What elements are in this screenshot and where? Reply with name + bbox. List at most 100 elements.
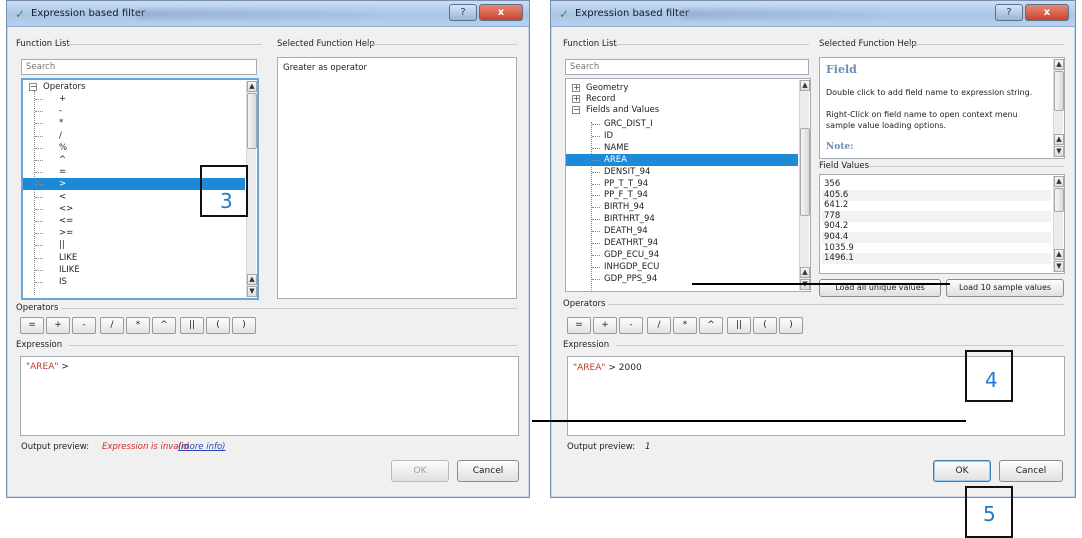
scroll-up-icon[interactable]: ▲ xyxy=(1054,59,1064,70)
operator-label: > xyxy=(59,179,67,190)
tree-group-operators[interactable]: − Operators xyxy=(23,81,245,93)
field-value-item[interactable]: 356 xyxy=(822,179,1051,190)
scroll-up-icon[interactable]: ▲ xyxy=(247,274,257,285)
operator-button[interactable]: ^ xyxy=(152,317,176,334)
operator-button[interactable]: / xyxy=(647,317,671,334)
field-item[interactable]: INHGDP_ECU xyxy=(566,261,798,273)
scroll-down-icon[interactable]: ▼ xyxy=(247,286,257,297)
field-values-list[interactable]: 356 405.6 641.2 778 904.2 904.4 1035.9 1496.1 ▲… xyxy=(819,174,1065,274)
operator-item[interactable]: % xyxy=(23,142,245,154)
scroll-up-icon[interactable]: ▲ xyxy=(800,267,810,278)
callout-3: 3 xyxy=(200,165,248,217)
load-all-values-button[interactable]: Load all unique values xyxy=(819,279,941,297)
scroll-thumb[interactable] xyxy=(1054,188,1064,212)
tree-group-label: Fields and Values xyxy=(586,105,660,115)
operator-button[interactable]: ^ xyxy=(699,317,723,334)
operator-button[interactable]: / xyxy=(100,317,124,334)
operator-button[interactable]: ) xyxy=(232,317,256,334)
left-close-button[interactable]: x xyxy=(479,4,523,21)
operator-item[interactable]: || xyxy=(23,239,245,251)
scroll-down-icon[interactable]: ▼ xyxy=(1054,261,1064,272)
right-titlebar: ✓ Expression based filter ? x xyxy=(551,1,1075,27)
tree-group-fields-and-values[interactable]: − Fields and Values xyxy=(566,104,798,116)
operator-item[interactable]: >= xyxy=(23,227,245,239)
operator-item[interactable]: + xyxy=(23,93,245,105)
field-value-item[interactable]: 1035.9 xyxy=(822,243,1051,254)
operator-button[interactable]: ( xyxy=(206,317,230,334)
field-value-item[interactable]: 641.2 xyxy=(822,200,1051,211)
right-tree-scrollbar[interactable]: ▲ ▲ ▼ xyxy=(799,80,810,290)
field-value-item[interactable]: 405.6 xyxy=(822,189,1051,201)
operator-item[interactable]: * xyxy=(23,117,245,129)
field-item[interactable]: ID xyxy=(566,130,798,142)
load-sample-values-button[interactable]: Load 10 sample values xyxy=(946,279,1064,297)
scroll-up-icon[interactable]: ▲ xyxy=(800,80,810,91)
operator-button[interactable]: * xyxy=(673,317,697,334)
expand-icon[interactable]: + xyxy=(572,95,580,103)
scroll-thumb[interactable] xyxy=(247,93,257,149)
field-value-item[interactable]: 904.4 xyxy=(822,232,1051,243)
operator-item[interactable]: / xyxy=(23,130,245,142)
operator-button[interactable]: = xyxy=(567,317,591,334)
collapse-icon[interactable]: − xyxy=(29,83,37,91)
field-item[interactable]: PP_F_T_94 xyxy=(566,189,798,201)
left-help-button[interactable]: ? xyxy=(449,4,477,21)
right-cancel-button[interactable]: Cancel xyxy=(999,460,1063,482)
operator-button[interactable]: * xyxy=(126,317,150,334)
scroll-up-icon[interactable]: ▲ xyxy=(1054,176,1064,187)
field-item[interactable]: BIRTHRT_94 xyxy=(566,213,798,225)
left-ok-button[interactable]: OK xyxy=(391,460,449,482)
operator-item[interactable]: ILIKE xyxy=(23,264,245,276)
collapse-icon[interactable]: − xyxy=(572,106,580,114)
tree-branch xyxy=(35,99,43,100)
left-expression-editor[interactable]: "AREA" > xyxy=(20,356,519,436)
scroll-up-icon[interactable]: ▲ xyxy=(247,81,257,92)
field-token: "AREA" xyxy=(26,362,59,372)
left-titlebar: ✓ Expression based filter ? x xyxy=(7,1,529,27)
right-search-input[interactable] xyxy=(565,59,809,75)
right-help-scrollbar[interactable]: ▲ ▲ ▼ xyxy=(1053,59,1064,157)
operator-item[interactable]: LIKE xyxy=(23,252,245,264)
field-item[interactable]: DEATHRT_94 xyxy=(566,237,798,249)
operator-item[interactable]: - xyxy=(23,105,245,117)
right-function-tree[interactable]: + Geometry + Record − Fields and Values GRC_DI… xyxy=(565,78,811,292)
operator-button[interactable]: - xyxy=(72,317,96,334)
tree-branch xyxy=(35,135,43,137)
operator-item[interactable]: IS xyxy=(23,276,245,288)
scroll-thumb[interactable] xyxy=(1054,71,1064,111)
operator-button[interactable]: || xyxy=(727,317,751,334)
operator-button[interactable]: + xyxy=(46,317,70,334)
field-item[interactable]: NAME xyxy=(566,142,798,154)
field-item[interactable]: AREA xyxy=(566,153,798,166)
scroll-up-icon[interactable]: ▲ xyxy=(1054,134,1064,145)
field-value-item[interactable]: 904.2 xyxy=(822,221,1051,232)
left-cancel-button[interactable]: Cancel xyxy=(457,460,519,482)
field-item[interactable]: DENSIT_94 xyxy=(566,166,798,178)
right-help-button[interactable]: ? xyxy=(995,4,1023,21)
operator-button[interactable]: ) xyxy=(779,317,803,334)
operator-button[interactable]: || xyxy=(180,317,204,334)
field-value-item[interactable]: 778 xyxy=(822,210,1051,222)
right-ok-button[interactable]: OK xyxy=(933,460,991,482)
operator-button[interactable]: ( xyxy=(753,317,777,334)
field-values-scrollbar[interactable]: ▲ ▲ ▼ xyxy=(1053,176,1064,272)
field-value-item[interactable]: 1496.1 xyxy=(822,253,1051,265)
operator-button[interactable]: = xyxy=(20,317,44,334)
field-item[interactable]: PP_T_T_94 xyxy=(566,178,798,190)
more-info-link[interactable]: (more info) xyxy=(178,442,225,452)
field-item[interactable]: GDP_ECU_94 xyxy=(566,249,798,261)
scroll-down-icon[interactable]: ▼ xyxy=(1054,146,1064,157)
left-search-input[interactable] xyxy=(21,59,257,75)
scroll-up-icon[interactable]: ▲ xyxy=(1054,249,1064,260)
operator-button[interactable]: - xyxy=(619,317,643,334)
right-help-title: Field xyxy=(826,63,857,76)
tree-branch xyxy=(35,111,43,113)
operator-button[interactable]: + xyxy=(593,317,617,334)
expand-icon[interactable]: + xyxy=(572,84,580,92)
field-item[interactable]: DEATH_94 xyxy=(566,225,798,237)
field-token: "AREA" xyxy=(573,363,606,373)
field-item[interactable]: BIRTH_94 xyxy=(566,201,798,213)
scroll-thumb[interactable] xyxy=(800,128,810,216)
right-close-button[interactable]: x xyxy=(1025,4,1069,21)
field-item[interactable]: GRC_DIST_I xyxy=(566,118,798,130)
